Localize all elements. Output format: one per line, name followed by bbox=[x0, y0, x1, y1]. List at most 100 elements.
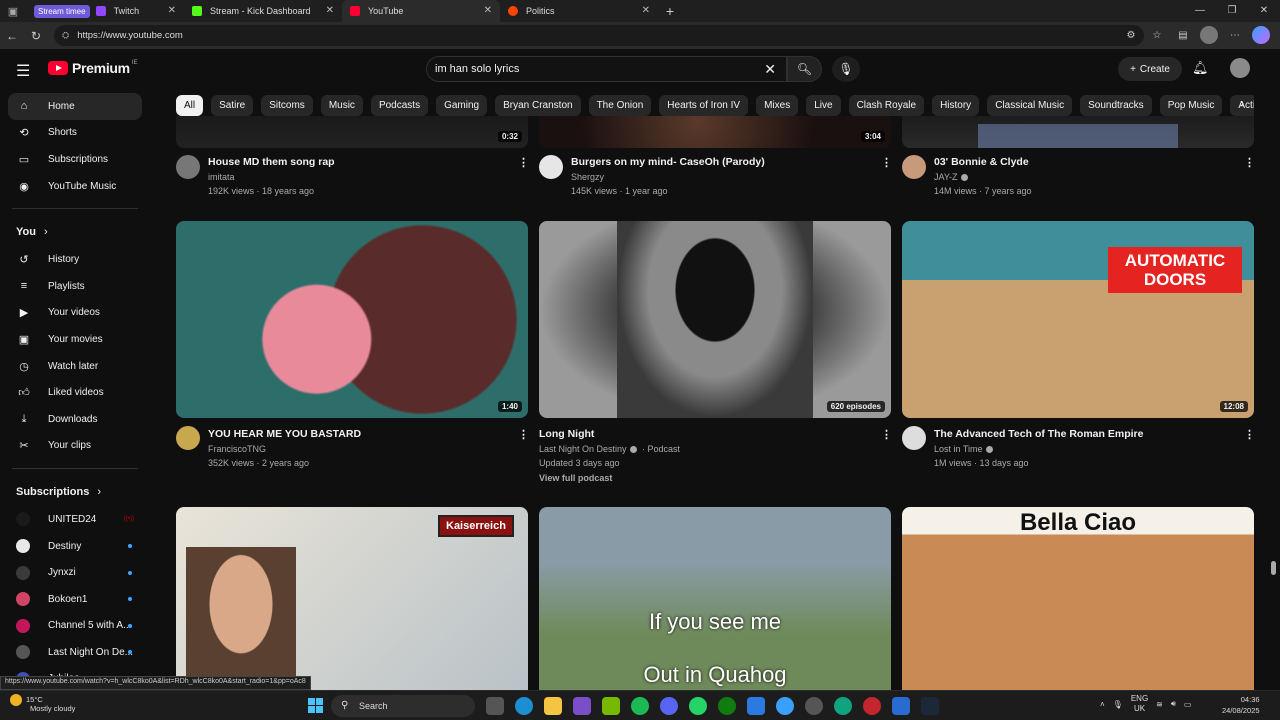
spotify-icon[interactable] bbox=[631, 697, 649, 715]
youtube-logo[interactable]: Premium IE bbox=[48, 60, 137, 76]
more-options-icon[interactable]: ⋮ bbox=[881, 428, 892, 441]
profile-icon[interactable] bbox=[1200, 26, 1218, 44]
maximize-button[interactable]: ❐ bbox=[1216, 0, 1248, 22]
collections-icon[interactable]: ▤ bbox=[1174, 26, 1192, 44]
sidebar-subscriptions-heading[interactable]: Subscriptions › bbox=[0, 478, 150, 506]
task-view-icon[interactable] bbox=[486, 697, 504, 715]
video-thumbnail[interactable]: 0:32 bbox=[176, 116, 528, 148]
reload-button[interactable]: ↻ bbox=[24, 29, 48, 43]
close-icon[interactable]: ✕ bbox=[168, 5, 176, 16]
sidebar-subscription[interactable]: Destiny bbox=[0, 533, 150, 560]
video-title[interactable]: YOU HEAR ME YOU BASTARD bbox=[208, 428, 361, 440]
taskbar-search[interactable]: ⚲ Search bbox=[331, 695, 475, 717]
more-options-icon[interactable]: ⋮ bbox=[881, 156, 892, 169]
sidebar-item-your-movies[interactable]: ▣ Your movies bbox=[0, 326, 150, 353]
volume-icon[interactable]: 🔊︎ bbox=[1171, 699, 1176, 709]
copilot-icon[interactable] bbox=[1252, 26, 1270, 44]
sidebar-item-youtube-music[interactable]: ◉ YouTube Music bbox=[0, 173, 150, 200]
app-icon[interactable] bbox=[805, 697, 823, 715]
video-thumbnail[interactable] bbox=[902, 116, 1254, 148]
channel-avatar[interactable] bbox=[176, 155, 200, 179]
close-icon[interactable]: ✕ bbox=[326, 5, 334, 16]
chip-classical-music[interactable]: Classical Music bbox=[987, 95, 1073, 116]
chip-satire[interactable]: Satire bbox=[211, 95, 254, 116]
video-title[interactable]: House MD them song rap bbox=[208, 156, 335, 168]
clock[interactable]: 04:36 24/08/2025 bbox=[1222, 694, 1260, 716]
chip-bryan-cranston[interactable]: Bryan Cranston bbox=[495, 95, 581, 116]
xbox-icon[interactable] bbox=[718, 697, 736, 715]
minimize-button[interactable]: — bbox=[1184, 0, 1216, 22]
channel-avatar[interactable] bbox=[902, 426, 926, 450]
search-button[interactable]: 🔍︎ bbox=[787, 56, 822, 82]
favorites-icon[interactable]: ☆ bbox=[1148, 26, 1166, 44]
menu-icon[interactable]: ☰ bbox=[16, 61, 30, 81]
sidebar-item-watch-later[interactable]: ◷ Watch later bbox=[0, 353, 150, 380]
file-explorer-icon[interactable] bbox=[544, 697, 562, 715]
clear-search-icon[interactable]: ✕ bbox=[764, 61, 776, 78]
channel-name[interactable]: imitata bbox=[208, 172, 235, 182]
chevron-right-icon[interactable]: › bbox=[1240, 96, 1244, 110]
wifi-icon[interactable]: ≋ bbox=[1156, 700, 1163, 709]
chip-pop-music[interactable]: Pop Music bbox=[1159, 95, 1223, 116]
channel-name[interactable]: Lost in Time bbox=[934, 444, 993, 454]
video-thumbnail[interactable]: Kaiserreich bbox=[176, 507, 528, 690]
video-title[interactable]: Burgers on my mind- CaseOh (Parody) bbox=[571, 156, 765, 168]
more-options-icon[interactable]: ⋮ bbox=[518, 428, 529, 441]
video-thumbnail[interactable]: Bella Ciao bbox=[902, 507, 1254, 690]
sidebar-item-your-videos[interactable]: ▶ Your videos bbox=[0, 300, 150, 327]
channel-name[interactable]: Shergzy bbox=[571, 172, 604, 182]
notifications-bell-icon[interactable]: 🔔︎ bbox=[1192, 60, 1209, 76]
site-info-icon[interactable]: ⛭ bbox=[62, 30, 69, 41]
sidebar-item-shorts[interactable]: ⟲ Shorts bbox=[0, 120, 150, 147]
back-button[interactable]: ← bbox=[0, 29, 24, 43]
video-title[interactable]: 03' Bonnie & Clyde bbox=[934, 156, 1029, 168]
close-icon[interactable]: ✕ bbox=[484, 5, 492, 16]
voice-search-button[interactable]: 🎙︎ bbox=[832, 56, 860, 82]
sidebar-item-your-clips[interactable]: ✂ Your clips bbox=[0, 433, 150, 460]
app-icon[interactable] bbox=[863, 697, 881, 715]
video-thumbnail[interactable]: 620 episodes bbox=[539, 221, 891, 418]
video-title[interactable]: The Advanced Tech of The Roman Empire bbox=[934, 428, 1143, 440]
channel-name[interactable]: Last Night On Destiny bbox=[539, 444, 637, 454]
chip-podcasts[interactable]: Podcasts bbox=[370, 95, 429, 116]
chip-history[interactable]: History bbox=[932, 95, 980, 116]
video-thumbnail[interactable]: 3:04 bbox=[539, 116, 891, 148]
weather-widget[interactable]: 15°C Mostly cloudy bbox=[10, 694, 75, 713]
sidebar-subscription[interactable]: Channel 5 with A... bbox=[0, 613, 150, 640]
sidebar-subscription[interactable]: Bokoen1 bbox=[0, 586, 150, 613]
steam-icon[interactable] bbox=[921, 697, 939, 715]
app-icon[interactable] bbox=[892, 697, 910, 715]
close-icon[interactable]: ✕ bbox=[642, 5, 650, 16]
create-button[interactable]: + Create bbox=[1118, 57, 1182, 81]
extensions-icon[interactable]: ⚙ bbox=[1122, 26, 1140, 44]
chip-soundtracks[interactable]: Soundtracks bbox=[1080, 95, 1152, 116]
sidebar-item-downloads[interactable]: ⤓ Downloads bbox=[0, 406, 150, 433]
chip-clash-royale[interactable]: Clash Royale bbox=[848, 95, 925, 116]
video-thumbnail[interactable]: 1:40 bbox=[176, 221, 528, 418]
more-options-icon[interactable]: ⋮ bbox=[1244, 156, 1255, 169]
new-tab-button[interactable]: + bbox=[658, 3, 682, 19]
chip-hearts-of-iron-iv[interactable]: Hearts of Iron IV bbox=[659, 95, 749, 116]
app-icon[interactable] bbox=[747, 697, 765, 715]
video-title[interactable]: Long Night bbox=[539, 428, 594, 440]
more-options-icon[interactable]: ⋮ bbox=[518, 156, 529, 169]
chip-mixes[interactable]: Mixes bbox=[756, 95, 799, 116]
chip-all[interactable]: All bbox=[176, 95, 204, 116]
video-thumbnail[interactable]: AUTOMATIC DOORS 12:08 bbox=[902, 221, 1254, 418]
scrollbar-thumb[interactable] bbox=[1271, 561, 1276, 575]
tab-kick[interactable]: Stream - Kick Dashboard ✕ bbox=[184, 0, 342, 22]
language-indicator[interactable]: ENG UK bbox=[1131, 694, 1148, 714]
tab-youtube[interactable]: YouTube ✕ bbox=[342, 0, 500, 22]
discord-icon[interactable] bbox=[660, 697, 678, 715]
tab-group-label[interactable]: Stream timee bbox=[34, 4, 90, 18]
sidebar-subscription[interactable]: UNITED24 ((•)) bbox=[0, 506, 150, 533]
battery-icon[interactable]: ▭ bbox=[1184, 700, 1192, 709]
view-full-podcast-link[interactable]: View full podcast bbox=[539, 473, 612, 483]
sidebar-you-heading[interactable]: You › bbox=[0, 218, 150, 246]
browser-icon[interactable] bbox=[834, 697, 852, 715]
sidebar-subscription[interactable]: Last Night On De... bbox=[0, 639, 150, 666]
tab-actions-icon[interactable]: ▣ bbox=[0, 0, 26, 22]
whatsapp-icon[interactable] bbox=[689, 697, 707, 715]
more-options-icon[interactable]: ⋮ bbox=[1244, 428, 1255, 441]
windows-start-icon[interactable] bbox=[308, 698, 323, 713]
